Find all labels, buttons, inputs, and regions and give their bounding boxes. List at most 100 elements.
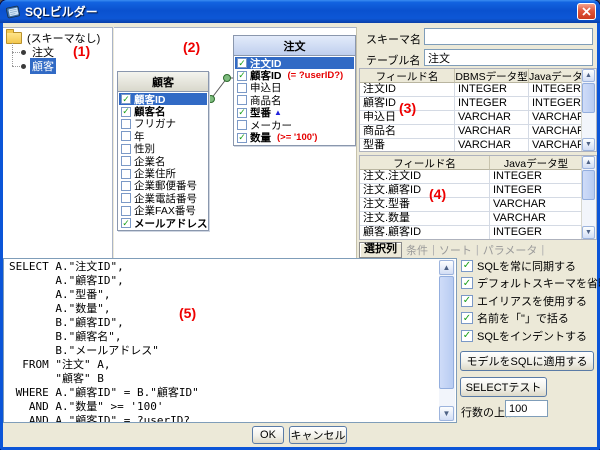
option-checkbox[interactable]: ✓名前を「"」で括る: [461, 312, 597, 325]
field-checkbox[interactable]: [121, 131, 131, 141]
field-checkbox[interactable]: [121, 144, 131, 154]
sort-asc-icon: ▲: [274, 108, 282, 117]
column-header[interactable]: Javaデータ型: [490, 156, 583, 170]
grid-cell: 商品名: [360, 125, 455, 139]
tab-parameters[interactable]: パラメータ: [481, 242, 540, 258]
row-limit-input[interactable]: [505, 400, 548, 417]
field-checkbox[interactable]: ✓: [121, 107, 131, 117]
select-test-button[interactable]: SELECTテスト: [460, 377, 547, 397]
scroll-up-icon[interactable]: ▲: [582, 69, 595, 82]
annotation-4: (4): [429, 186, 446, 202]
field-checkbox[interactable]: ✓: [237, 133, 247, 143]
option-label: エイリアスを使用する: [477, 293, 587, 309]
table-name-input[interactable]: [424, 49, 593, 66]
grid-row[interactable]: 顧客IDINTEGERINTEGER: [360, 97, 596, 111]
annotation-2: (2): [183, 39, 200, 55]
grid-cell: INTEGER: [490, 184, 583, 198]
diagram-field-row[interactable]: フリガナ: [119, 118, 207, 130]
titlebar[interactable]: SQLビルダー: [0, 0, 600, 23]
diagram-table-order-title[interactable]: 注文: [234, 36, 355, 56]
grid-cell: VARCHAR: [529, 125, 583, 139]
diagram-field-row[interactable]: ✓ 数量 (>= '100'): [235, 131, 354, 143]
column-header[interactable]: DBMSデータ型: [455, 69, 529, 83]
option-label: 名前を「"」で括る: [477, 310, 569, 326]
close-button[interactable]: [577, 3, 596, 20]
selected-columns-grid[interactable]: フィールド名Javaデータ型 注文.注文IDINTEGER注文.顧客IDINTE…: [359, 155, 597, 240]
scrollbar-thumb[interactable]: [439, 276, 454, 389]
option-checkbox[interactable]: ✓デフォルトスキーマを省略する: [461, 277, 597, 290]
scrollbar-thumb[interactable]: [582, 170, 595, 200]
tab-selected-columns[interactable]: 選択列: [359, 242, 402, 258]
column-header[interactable]: フィールド名: [360, 156, 490, 170]
grid-row[interactable]: 注文.注文IDINTEGER: [360, 170, 596, 184]
field-checkbox[interactable]: [121, 181, 131, 191]
diagram-table-customer-title[interactable]: 顧客: [118, 72, 208, 92]
option-checkbox[interactable]: ✓SQLをインデントする: [461, 329, 597, 342]
grid-row[interactable]: 注文IDINTEGERINTEGER: [360, 83, 596, 97]
field-checkbox[interactable]: ✓: [121, 94, 131, 104]
checkbox-icon: ✓: [461, 260, 473, 272]
field-checkbox[interactable]: [121, 119, 131, 129]
diagram-field-row[interactable]: ✓ メールアドレス: [119, 217, 207, 229]
grid-row[interactable]: 注文.顧客IDINTEGER: [360, 184, 596, 198]
diagram-field-row[interactable]: 年: [119, 130, 207, 142]
grid-row[interactable]: 申込日VARCHARVARCHAR: [360, 111, 596, 125]
grid-row[interactable]: 型番VARCHARVARCHAR: [360, 139, 596, 152]
grid-row[interactable]: 商品名VARCHARVARCHAR: [360, 125, 596, 139]
scroll-up-icon[interactable]: ▲: [439, 260, 454, 275]
field-checkbox[interactable]: ✓: [121, 218, 131, 228]
field-checkbox[interactable]: [121, 206, 131, 216]
option-label: SQLをインデントする: [477, 328, 587, 344]
field-checkbox[interactable]: [237, 95, 247, 105]
field-checkbox[interactable]: [121, 193, 131, 203]
sql-scrollbar[interactable]: ▲ ▼: [439, 260, 455, 421]
table-name-label: テーブル名: [366, 52, 420, 68]
schema-name-input[interactable]: [424, 28, 593, 45]
fields-grid-scrollbar[interactable]: ▲ ▼: [581, 69, 596, 151]
schema-tree[interactable]: (スキーマなし) 注文 顧客: [3, 27, 113, 258]
sql-line: AND A."顧客ID" = ?userID?: [9, 414, 438, 422]
grid-cell: INTEGER: [529, 83, 583, 97]
diagram-table-customer[interactable]: 顧客 ✓ 顧客ID ✓ 顧客名 フリガナ 年 性別 企業名: [117, 71, 209, 231]
sql-preview-pane[interactable]: SELECT A."注文ID", A."顧客ID", A."型番", A."数量…: [3, 258, 457, 423]
field-checkbox[interactable]: ✓: [237, 58, 247, 68]
column-header[interactable]: フィールド名: [360, 69, 455, 83]
column-header[interactable]: Javaデータ型: [529, 69, 583, 83]
option-label: デフォルトスキーマを省略する: [477, 275, 600, 291]
scroll-down-icon[interactable]: ▼: [582, 138, 595, 151]
sql-line: B."顧客ID",: [9, 316, 438, 330]
tree-item[interactable]: 注文: [12, 45, 112, 59]
tab-conditions[interactable]: 条件: [404, 242, 430, 258]
scrollbar-thumb[interactable]: [582, 83, 595, 113]
grid-row[interactable]: 注文.数量VARCHAR: [360, 212, 596, 226]
option-checkbox[interactable]: ✓エイリアスを使用する: [461, 294, 597, 307]
tree-item[interactable]: 顧客: [12, 59, 112, 73]
tab-sort[interactable]: ソート: [437, 242, 474, 258]
diagram-table-order[interactable]: 注文 ✓ 注文ID ✓ 顧客ID (= ?userID?) 申込日 商品名 ✓ …: [233, 35, 356, 146]
field-checkbox[interactable]: [121, 169, 131, 179]
tree-root-item[interactable]: (スキーマなし): [3, 28, 112, 45]
option-checkbox[interactable]: ✓SQLを常に同期する: [461, 259, 597, 272]
close-icon: [582, 7, 591, 16]
table-fields-grid[interactable]: フィールド名DBMSデータ型Javaデータ型 注文IDINTEGERINTEGE…: [359, 68, 597, 152]
scroll-down-icon[interactable]: ▼: [582, 226, 595, 239]
cancel-button[interactable]: キャンセル: [289, 426, 347, 444]
sql-text[interactable]: SELECT A."注文ID", A."顧客ID", A."型番", A."数量…: [9, 260, 438, 422]
annotation-1: (1): [73, 43, 90, 59]
scroll-down-icon[interactable]: ▼: [439, 406, 454, 421]
sql-options: ✓SQLを常に同期する✓デフォルトスキーマを省略する✓エイリアスを使用する✓名前…: [461, 259, 597, 342]
sql-line: SELECT A."注文ID",: [9, 260, 438, 274]
field-checkbox[interactable]: [237, 83, 247, 93]
ok-button[interactable]: OK: [252, 426, 284, 444]
selected-columns-scrollbar[interactable]: ▲ ▼: [581, 156, 596, 239]
annotation-5: (5): [179, 305, 196, 321]
scroll-up-icon[interactable]: ▲: [582, 156, 595, 169]
field-checkbox[interactable]: ✓: [237, 71, 247, 81]
field-checkbox[interactable]: [237, 120, 247, 130]
apply-model-to-sql-button[interactable]: モデルをSQLに適用する: [460, 351, 594, 371]
grid-row[interactable]: 顧客.顧客IDINTEGER: [360, 226, 596, 240]
field-checkbox[interactable]: ✓: [237, 108, 247, 118]
field-checkbox[interactable]: [121, 156, 131, 166]
grid-row[interactable]: 注文.型番VARCHAR: [360, 198, 596, 212]
grid-cell: INTEGER: [455, 97, 529, 111]
